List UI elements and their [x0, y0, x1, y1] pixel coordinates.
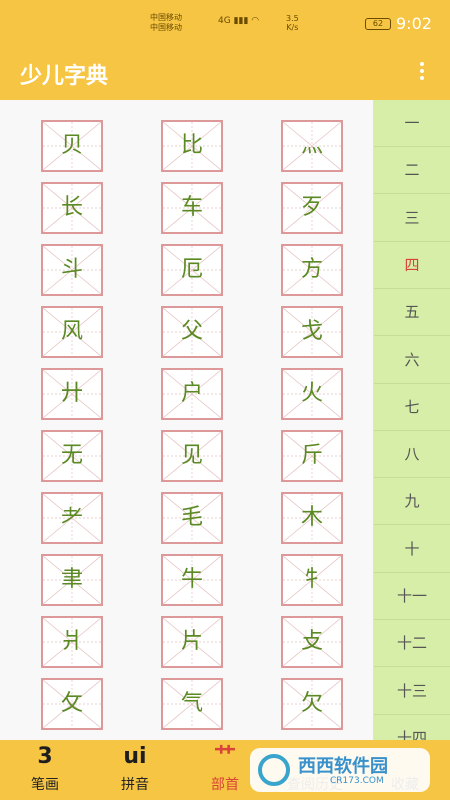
tab-1[interactable]: ui 拼音: [90, 740, 180, 800]
stroke-index-item[interactable]: 十三: [374, 668, 450, 715]
character-cell[interactable]: 攵: [41, 678, 103, 730]
more-menu-icon[interactable]: [414, 60, 430, 84]
app-bar: 少儿字典: [0, 44, 450, 100]
character-cell[interactable]: 毛: [161, 492, 223, 544]
character-text: 歹: [300, 195, 323, 220]
carrier-2: 中国移动: [150, 23, 182, 32]
character-text: 车: [180, 195, 203, 220]
character-text: 攴: [300, 629, 323, 654]
character-cell[interactable]: 牜: [281, 554, 343, 606]
character-cell[interactable]: 方: [281, 244, 343, 296]
tab-icon: ui: [123, 744, 147, 769]
character-cell[interactable]: 气: [161, 678, 223, 730]
character-cell[interactable]: 见: [161, 430, 223, 482]
stroke-index-item[interactable]: 十一: [374, 573, 450, 620]
character-cell[interactable]: 聿: [41, 554, 103, 606]
carrier-info: 中国移动 中国移动: [150, 13, 182, 33]
tab-label: 拼音: [121, 777, 149, 793]
character-text: 父: [180, 319, 203, 344]
character-cell[interactable]: 牛: [161, 554, 223, 606]
stroke-index-item[interactable]: 九: [374, 478, 450, 526]
character-cell[interactable]: 比: [161, 120, 223, 172]
signal-icon: 4G ▮▮▮ ◠: [218, 16, 260, 26]
character-cell[interactable]: 厄: [161, 244, 223, 296]
watermark-icon: [258, 754, 290, 786]
status-bar: 中国移动 中国移动 4G ▮▮▮ ◠ 3.5 K/s 62 9:02: [0, 0, 450, 44]
character-cell[interactable]: 爿: [41, 616, 103, 668]
character-text: 牜: [300, 567, 323, 592]
stroke-index-item[interactable]: 二: [374, 147, 450, 195]
character-text: 斗: [60, 257, 83, 282]
character-text: 贝: [60, 133, 83, 158]
character-text: 耂: [60, 505, 83, 530]
stroke-index-item[interactable]: 十: [374, 526, 450, 573]
character-cell[interactable]: 无: [41, 430, 103, 482]
character-cell[interactable]: 父: [161, 306, 223, 358]
character-text: 片: [180, 629, 203, 654]
character-text: 厄: [180, 257, 203, 282]
watermark-logo: 西西软件园 CR173.COM: [250, 748, 430, 792]
stroke-index-item[interactable]: 三: [374, 195, 450, 242]
character-cell[interactable]: 欠: [281, 678, 343, 730]
character-text: 廾: [60, 381, 83, 406]
character-text: 比: [180, 133, 203, 158]
character-text: 长: [60, 195, 83, 220]
character-cell[interactable]: 贝: [41, 120, 103, 172]
character-cell[interactable]: 灬: [281, 120, 343, 172]
character-cell[interactable]: 风: [41, 306, 103, 358]
carrier-1: 中国移动: [150, 13, 182, 22]
character-text: 斤: [300, 443, 323, 468]
character-text: 见: [180, 443, 203, 468]
stroke-index-item[interactable]: 四: [374, 242, 450, 289]
character-cell[interactable]: 廾: [41, 368, 103, 420]
stroke-index-item[interactable]: 十二: [374, 620, 450, 668]
character-cell[interactable]: 歹: [281, 182, 343, 234]
character-text: 聿: [60, 567, 83, 592]
character-cell[interactable]: 长: [41, 182, 103, 234]
character-cell[interactable]: 火: [281, 368, 343, 420]
tab-label: 笔画: [31, 777, 59, 793]
watermark-sub: CR173.COM: [330, 776, 384, 786]
tab-icon: 3: [37, 744, 53, 769]
character-text: 爿: [60, 629, 83, 654]
stroke-index-item[interactable]: 一: [374, 100, 450, 147]
character-text: 攵: [60, 691, 83, 716]
character-text: 毛: [180, 505, 203, 530]
character-text: 欠: [300, 691, 323, 716]
character-grid: 贝 比 灬长 车 歹斗 厄 方风 父 戈廾 户 火无 见 斤耂 毛 木聿 牛 牜爿 片 攴攵 气 欠: [0, 100, 374, 740]
character-text: 戈: [300, 319, 323, 344]
watermark-text: 西西软件园: [298, 756, 388, 777]
character-cell[interactable]: 车: [161, 182, 223, 234]
network-speed: 3.5 K/s: [286, 14, 299, 32]
character-cell[interactable]: 斤: [281, 430, 343, 482]
tab-0[interactable]: 3 笔画: [0, 740, 90, 800]
character-text: 户: [180, 381, 203, 406]
character-cell[interactable]: 戈: [281, 306, 343, 358]
character-text: 无: [60, 443, 83, 468]
stroke-index-item[interactable]: 五: [374, 289, 450, 337]
battery-icon: 62: [365, 18, 391, 30]
character-cell[interactable]: 片: [161, 616, 223, 668]
character-text: 木: [300, 505, 323, 530]
character-cell[interactable]: 斗: [41, 244, 103, 296]
character-cell[interactable]: 攴: [281, 616, 343, 668]
app-title: 少儿字典: [20, 64, 109, 89]
stroke-index-sidebar: 一二三四五六七八九十十一 十二 十三 十四: [374, 100, 450, 762]
character-text: 灬: [300, 133, 323, 158]
character-cell[interactable]: 耂: [41, 492, 103, 544]
clock: 9:02: [396, 14, 432, 33]
character-text: 火: [300, 381, 323, 406]
character-text: 风: [60, 319, 83, 344]
stroke-index-item[interactable]: 七: [374, 384, 450, 431]
character-text: 牛: [180, 567, 203, 592]
stroke-index-item[interactable]: 六: [374, 337, 450, 384]
character-cell[interactable]: 户: [161, 368, 223, 420]
stroke-index-item[interactable]: 八: [374, 431, 450, 479]
character-text: 方: [300, 257, 323, 282]
character-cell[interactable]: 木: [281, 492, 343, 544]
character-text: 气: [180, 691, 203, 716]
